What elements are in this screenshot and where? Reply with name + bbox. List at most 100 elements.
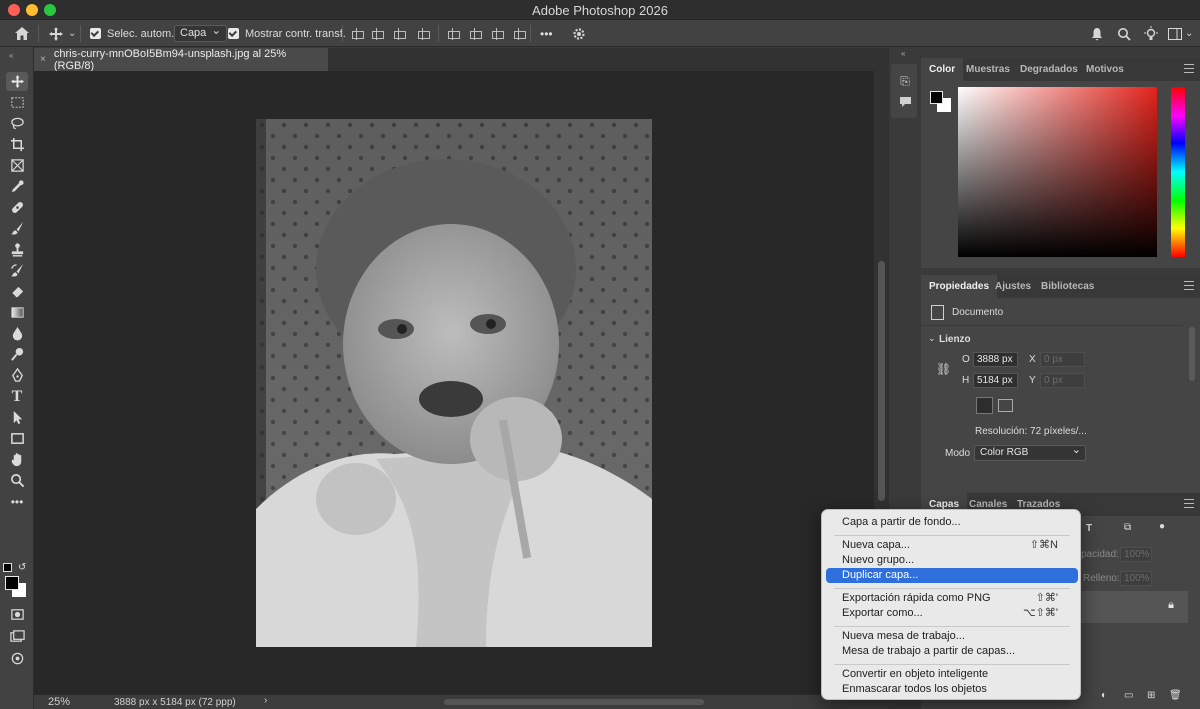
panel-menu-icon[interactable]	[1184, 64, 1194, 73]
frame-tool-icon[interactable]	[6, 156, 28, 175]
height-field[interactable]: 5184 px	[973, 373, 1018, 388]
history-panel-icon[interactable]: ⎘	[898, 74, 912, 88]
tab-libraries[interactable]: Bibliotecas	[1033, 275, 1102, 298]
menu-item-new-artboard[interactable]: Nueva mesa de trabajo...	[826, 629, 1078, 644]
tab-gradients[interactable]: Degradados	[1012, 58, 1086, 81]
opacity-field[interactable]: 100%	[1120, 547, 1152, 562]
fill-field[interactable]: 100%	[1120, 571, 1152, 586]
screen-mode-icon[interactable]	[6, 627, 28, 646]
healing-brush-tool-icon[interactable]	[6, 198, 28, 217]
menu-item-convert-smart-object[interactable]: Convertir en objeto inteligente	[826, 667, 1078, 682]
menu-item-export-as[interactable]: Exportar como... ⌥⇧⌘'	[826, 606, 1078, 621]
crop-tool-icon[interactable]	[6, 135, 28, 154]
y-field[interactable]: 0 px	[1040, 373, 1085, 388]
menu-item-new-group[interactable]: Nuevo grupo...	[826, 553, 1078, 568]
eyedropper-tool-icon[interactable]	[6, 177, 28, 196]
clone-stamp-tool-icon[interactable]	[6, 240, 28, 259]
color-picker-field[interactable]	[958, 87, 1157, 257]
document-tab[interactable]: × chris-curry-mnOBoI5Bm94-unsplash.jpg a…	[34, 48, 328, 72]
menu-item-new-layer[interactable]: Nueva capa... ⇧⌘N	[826, 538, 1078, 553]
foreground-color-swatch[interactable]	[5, 576, 19, 590]
menu-item-duplicate-layer[interactable]: Duplicar capa...	[826, 568, 1078, 583]
vertical-scroll-thumb[interactable]	[878, 261, 885, 501]
tab-properties[interactable]: Propiedades	[921, 275, 998, 298]
lasso-tool-icon[interactable]	[6, 114, 28, 133]
close-tab-icon[interactable]: ×	[40, 54, 46, 65]
align-left-icon[interactable]	[350, 20, 364, 47]
collapse-icon[interactable]: «	[9, 51, 13, 60]
tab-patterns[interactable]: Motivos	[1078, 58, 1132, 81]
new-group-icon[interactable]: ▭	[1124, 690, 1133, 701]
new-layer-icon[interactable]: ⊞	[1147, 690, 1155, 701]
link-icon[interactable]: ⛓	[936, 362, 951, 376]
type-tool-icon[interactable]: T	[6, 387, 28, 406]
more-options-button[interactable]: •••	[540, 20, 553, 47]
auto-select-checkbox[interactable]	[90, 28, 101, 39]
filter-toggle-icon[interactable]: ●	[1159, 521, 1165, 532]
distribute-icon[interactable]	[416, 20, 430, 47]
hand-tool-icon[interactable]	[6, 450, 28, 469]
trash-icon[interactable]: 🗑︎	[1169, 690, 1182, 701]
home-icon[interactable]	[14, 20, 30, 47]
panel-menu-icon[interactable]	[1184, 281, 1194, 290]
quick-mask-icon[interactable]	[6, 605, 28, 624]
zoom-level[interactable]: 25%	[48, 696, 70, 708]
search-icon[interactable]	[1117, 20, 1131, 47]
brush-tool-icon[interactable]	[6, 219, 28, 238]
smart-object-filter-icon[interactable]: ⧉	[1124, 522, 1131, 533]
menu-item-layer-from-background[interactable]: Capa a partir de fondo...	[826, 515, 1078, 530]
align-middle-icon[interactable]	[468, 20, 482, 47]
eraser-tool-icon[interactable]	[6, 282, 28, 301]
lightbulb-icon[interactable]	[1143, 20, 1159, 47]
move-tool-preset-icon[interactable]: ⌄	[48, 20, 76, 47]
tab-swatches[interactable]: Muestras	[958, 58, 1018, 81]
portrait-orientation-icon[interactable]	[976, 397, 993, 414]
zoom-tool-icon[interactable]	[6, 471, 28, 490]
align-top-icon[interactable]	[446, 20, 460, 47]
comments-panel-icon[interactable]	[898, 96, 912, 110]
pen-tool-icon[interactable]	[6, 366, 28, 385]
path-selection-tool-icon[interactable]	[6, 408, 28, 427]
x-field[interactable]: 0 px	[1040, 352, 1085, 367]
move-tool-icon[interactable]	[6, 72, 28, 91]
menu-item-mask-all-objects[interactable]: Enmascarar todos los objetos	[826, 682, 1078, 697]
align-bottom-icon[interactable]	[490, 20, 504, 47]
foreground-swatch[interactable]	[930, 91, 943, 104]
distribute-vertical-icon[interactable]	[512, 20, 526, 47]
lock-icon[interactable]: 🔒︎	[1168, 599, 1174, 612]
hue-slider[interactable]	[1171, 87, 1185, 257]
rectangle-tool-icon[interactable]	[6, 429, 28, 448]
panel-menu-icon[interactable]	[1184, 499, 1194, 508]
bell-icon[interactable]	[1090, 20, 1104, 47]
expand-icon[interactable]: «	[901, 49, 905, 58]
align-right-icon[interactable]	[392, 20, 406, 47]
menu-item-quick-export-png[interactable]: Exportación rápida como PNG ⇧⌘'	[826, 591, 1078, 606]
swap-colors-icon[interactable]: ↺	[18, 562, 26, 573]
canvas-area[interactable]	[34, 71, 874, 694]
properties-scroll-thumb[interactable]	[1189, 327, 1195, 381]
align-center-icon[interactable]	[370, 20, 384, 47]
document-image[interactable]	[256, 119, 652, 647]
tab-color[interactable]: Color	[921, 58, 964, 81]
mini-swatches-icon[interactable]	[3, 563, 12, 572]
auto-select-dropdown[interactable]: Capa	[174, 23, 228, 42]
marquee-tool-icon[interactable]	[6, 93, 28, 112]
show-transform-checkbox[interactable]	[228, 28, 239, 39]
chevron-down-icon[interactable]: ⌄	[928, 333, 936, 344]
width-field[interactable]: 3888 px	[973, 352, 1018, 367]
blur-tool-icon[interactable]	[6, 324, 28, 343]
tab-adjustments[interactable]: Ajustes	[987, 275, 1039, 298]
adjustment-layer-icon[interactable]: ◐	[1101, 690, 1107, 701]
gear-icon[interactable]	[572, 20, 586, 47]
horizontal-scroll-thumb[interactable]	[444, 699, 704, 705]
type-filter-icon[interactable]: T	[1086, 523, 1092, 534]
dodge-tool-icon[interactable]	[6, 345, 28, 364]
landscape-orientation-icon[interactable]	[998, 399, 1013, 412]
gradient-tool-icon[interactable]	[6, 303, 28, 322]
edit-toolbar-icon[interactable]: •••	[6, 492, 28, 511]
generative-fill-icon[interactable]	[6, 649, 28, 668]
workspace-icon[interactable]: ⌄	[1168, 20, 1193, 47]
menu-item-artboard-from-layers[interactable]: Mesa de trabajo a partir de capas...	[826, 644, 1078, 659]
status-menu-arrow[interactable]: ›	[264, 695, 267, 706]
history-brush-tool-icon[interactable]	[6, 261, 28, 280]
